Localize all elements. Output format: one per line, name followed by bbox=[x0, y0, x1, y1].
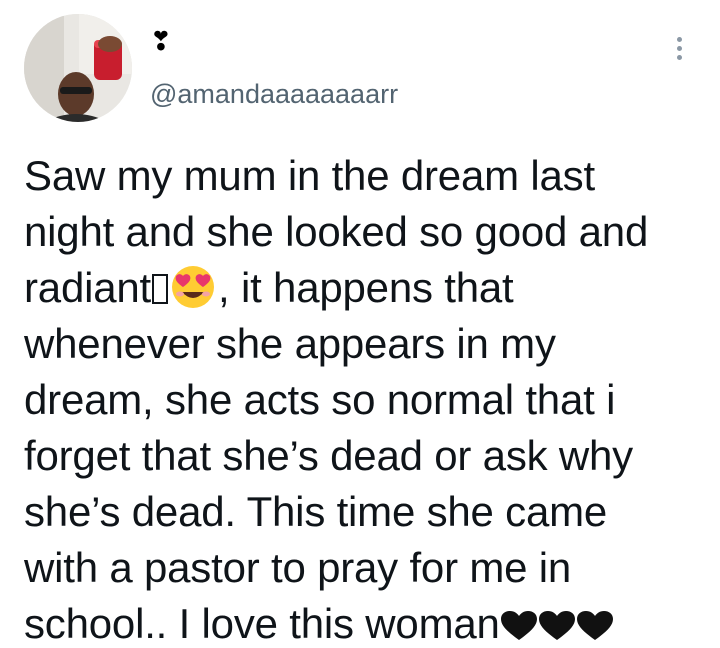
black-heart-icon bbox=[500, 611, 537, 640]
tweet-line: radiant , it happens that bbox=[24, 260, 704, 316]
heart-eyes-emoji-icon bbox=[172, 266, 215, 308]
more-vertical-icon-dot bbox=[676, 45, 682, 51]
missing-glyph-icon bbox=[152, 274, 169, 304]
more-vertical-icon-dot bbox=[676, 54, 682, 60]
tweet-line: with a pastor to pray for me in bbox=[24, 544, 572, 591]
black-heart-icon bbox=[538, 611, 575, 640]
tweet-line: night and she looked so good and bbox=[24, 208, 649, 255]
avatar-photo bbox=[24, 14, 132, 122]
avatar[interactable] bbox=[24, 14, 132, 122]
display-name[interactable]: ❣ bbox=[150, 26, 172, 56]
tweet-line-text: school.. I love this woman bbox=[24, 600, 500, 647]
tweet-line: forget that she’s dead or ask why bbox=[24, 432, 633, 479]
tweet-line: school.. I love this woman bbox=[24, 596, 704, 648]
tweet-line: whenever she appears in my bbox=[24, 320, 556, 367]
tweet-line: Saw my mum in the dream last bbox=[24, 152, 595, 199]
tweet-line-rest: , it happens that bbox=[218, 264, 514, 311]
user-handle[interactable]: @amandaaaaaaaarr bbox=[150, 78, 398, 110]
black-heart-icon bbox=[576, 611, 613, 640]
tweet-line: dream, she acts so normal that i bbox=[24, 376, 616, 423]
tweet-line: she’s dead. This time she came bbox=[24, 488, 608, 535]
tweet-text: Saw my mum in the dream last night and s… bbox=[24, 148, 704, 648]
more-vertical-icon bbox=[676, 36, 682, 42]
more-options-button[interactable] bbox=[664, 28, 694, 68]
tweet: ❣ @amandaaaaaaaarr Saw my mum in the dre… bbox=[0, 0, 720, 648]
tweet-word: radiant bbox=[24, 264, 152, 311]
